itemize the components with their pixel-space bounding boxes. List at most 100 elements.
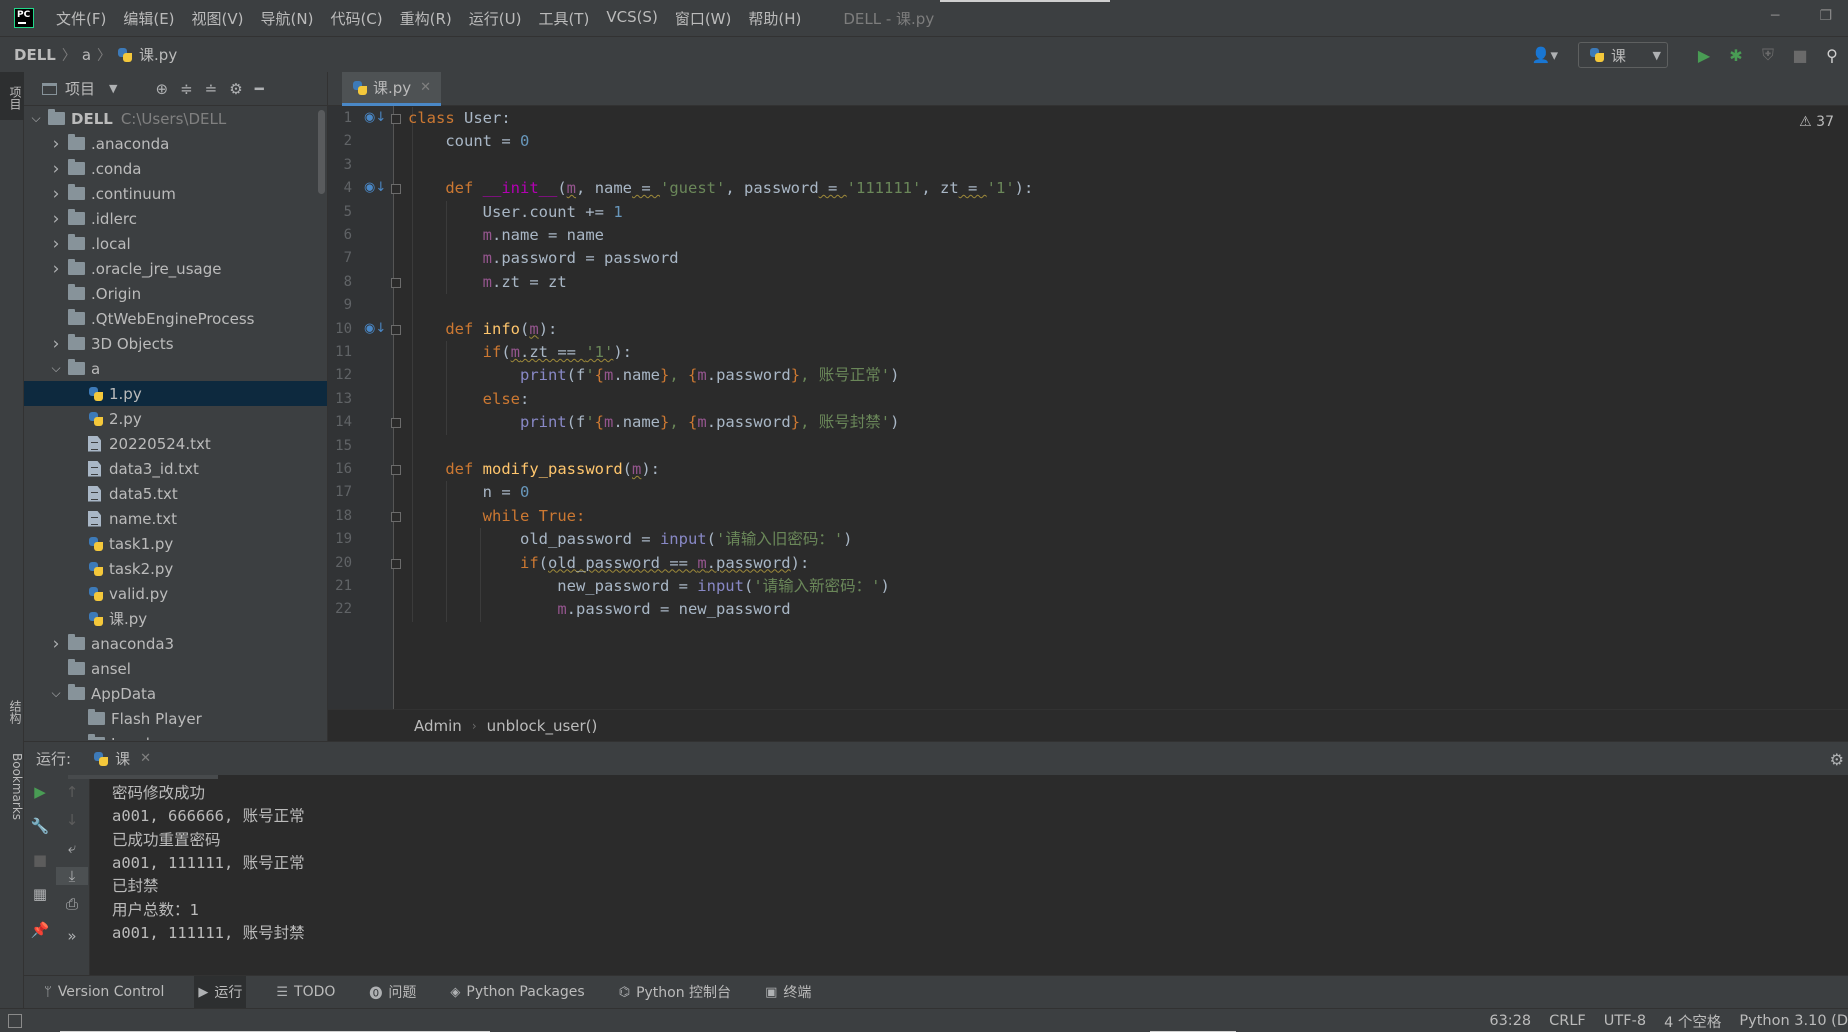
chevron-down-icon[interactable]: ▼ bbox=[109, 82, 117, 95]
breadcrumb-file[interactable]: 课.py bbox=[139, 44, 177, 65]
tree-item[interactable]: › .oracle_jre_usage bbox=[24, 256, 327, 281]
warning-indicator[interactable]: ⚠ 37 bbox=[1799, 114, 1834, 130]
chevron-right-icon[interactable]: › bbox=[48, 234, 64, 254]
override-marker-icon[interactable]: ◉↓ bbox=[364, 321, 386, 336]
soft-wrap-icon[interactable]: ⤶ bbox=[56, 839, 88, 857]
hide-icon[interactable]: ━ bbox=[255, 80, 264, 98]
structure-tool-tab[interactable]: 结构 bbox=[0, 678, 24, 746]
chevron-right-icon[interactable]: › bbox=[48, 184, 64, 204]
stop-icon[interactable]: ■ bbox=[24, 851, 56, 869]
layout-icon[interactable]: ▦ bbox=[24, 885, 56, 903]
file-encoding[interactable]: UTF-8 bbox=[1604, 1013, 1646, 1029]
menu-run[interactable]: 运行(U) bbox=[469, 8, 522, 29]
tool-tab[interactable]: ᛘ Version Control bbox=[40, 976, 168, 1009]
fold-marker-icon[interactable] bbox=[391, 558, 401, 569]
chevron-right-icon[interactable]: › bbox=[48, 209, 64, 229]
fold-marker-icon[interactable] bbox=[391, 277, 401, 288]
close-icon[interactable]: ✕ bbox=[140, 751, 151, 766]
menu-refactor[interactable]: 重构(R) bbox=[400, 8, 452, 29]
close-icon[interactable]: ✕ bbox=[420, 80, 431, 95]
minimize-icon[interactable]: ─ bbox=[1771, 8, 1779, 24]
project-tool-tab[interactable]: 项目 bbox=[0, 72, 24, 120]
chevron-right-icon[interactable]: › bbox=[48, 259, 64, 279]
tree-item[interactable]: 1.py bbox=[24, 381, 327, 406]
arrow-down-icon[interactable]: ↓ bbox=[56, 811, 88, 829]
indent-setting[interactable]: 4 个空格 bbox=[1664, 1011, 1721, 1032]
run-config-selector[interactable]: 课 ▼ bbox=[1578, 42, 1668, 68]
tree-scrollbar[interactable] bbox=[318, 110, 325, 194]
breadcrumb-root[interactable]: DELL bbox=[14, 46, 56, 64]
override-marker-icon[interactable]: ◉↓ bbox=[364, 110, 386, 125]
tool-tab[interactable]: ▣ 终端 bbox=[761, 976, 815, 1009]
rerun-icon[interactable]: ▶ bbox=[24, 783, 56, 801]
collapse-all-icon[interactable]: ≐ bbox=[205, 80, 218, 98]
tree-item[interactable]: .Origin bbox=[24, 281, 327, 306]
code-editor[interactable]: 1 ◉↓ 2 3 4 ◉↓ 5 6 7 8 9 10 ◉↓ 11 12 13 14 15 16 17 18 19 20 21 2… bbox=[328, 106, 1848, 709]
tree-item[interactable]: .QtWebEngineProcess bbox=[24, 306, 327, 331]
chevron-down-icon[interactable]: ⌵ bbox=[28, 111, 44, 126]
run-icon[interactable]: ▶ bbox=[1688, 46, 1720, 65]
arrow-up-icon[interactable]: ↑ bbox=[56, 783, 88, 801]
scroll-to-end-icon[interactable]: ⤓ bbox=[56, 867, 88, 885]
fold-marker-icon[interactable] bbox=[391, 418, 401, 429]
tool-tab[interactable]: ⓿ 问题 bbox=[365, 976, 420, 1009]
breadcrumb-folder[interactable]: a bbox=[82, 46, 91, 64]
breadcrumb-method[interactable]: unblock_user() bbox=[487, 717, 598, 735]
stop-icon[interactable]: ■ bbox=[1784, 46, 1816, 65]
tree-item[interactable]: 2.py bbox=[24, 406, 327, 431]
menu-view[interactable]: 视图(V) bbox=[192, 8, 244, 29]
chevron-right-icon[interactable]: › bbox=[48, 159, 64, 179]
debug-icon[interactable]: ✱ bbox=[1720, 46, 1752, 65]
chevron-right-icon[interactable]: › bbox=[48, 634, 64, 654]
tree-item[interactable]: name.txt bbox=[24, 506, 327, 531]
chevron-right-icon[interactable]: › bbox=[48, 334, 64, 354]
chevron-down-icon[interactable]: ⌵ bbox=[48, 361, 64, 376]
print-icon[interactable]: ⎙ bbox=[56, 895, 88, 913]
bookmarks-tool-tab[interactable]: Bookmarks bbox=[0, 738, 24, 836]
tree-item[interactable]: task1.py bbox=[24, 531, 327, 556]
tree-item[interactable]: task2.py bbox=[24, 556, 327, 581]
tree-item[interactable]: › anaconda3 bbox=[24, 631, 327, 656]
tree-item[interactable]: Flash Player bbox=[24, 706, 327, 731]
expand-all-icon[interactable]: ≑ bbox=[180, 80, 193, 98]
menu-help[interactable]: 帮助(H) bbox=[748, 8, 801, 29]
menu-code[interactable]: 代码(C) bbox=[330, 8, 382, 29]
override-marker-icon[interactable]: ◉↓ bbox=[364, 180, 386, 195]
search-icon[interactable]: ⚲ bbox=[1816, 46, 1848, 65]
tool-window-toggle-icon[interactable] bbox=[8, 1013, 22, 1028]
tool-tab[interactable]: ◈ Python Packages bbox=[446, 976, 588, 1009]
fold-marker-icon[interactable] bbox=[391, 465, 401, 475]
chevron-down-icon[interactable]: ⌵ bbox=[48, 686, 64, 701]
tree-item[interactable]: ⌵ a bbox=[24, 356, 327, 381]
tree-item[interactable]: ⌵ AppData bbox=[24, 681, 327, 706]
account-icon[interactable]: 👤▾ bbox=[1532, 46, 1558, 64]
tool-tab[interactable]: ⌬ Python 控制台 bbox=[615, 976, 735, 1009]
tree-item[interactable]: › .idlerc bbox=[24, 206, 327, 231]
menu-tools[interactable]: 工具(T) bbox=[538, 8, 589, 29]
pin-icon[interactable]: 📌 bbox=[24, 921, 56, 939]
tree-item[interactable]: 课.py bbox=[24, 606, 327, 631]
tree-item[interactable]: › .local bbox=[24, 231, 327, 256]
menu-vcs[interactable]: VCS(S) bbox=[606, 8, 657, 29]
fold-marker-icon[interactable] bbox=[391, 324, 401, 335]
breadcrumb-class[interactable]: Admin bbox=[414, 717, 462, 735]
tree-item[interactable]: 20220524.txt bbox=[24, 431, 327, 456]
tree-item[interactable]: › .anaconda bbox=[24, 131, 327, 156]
tree-item[interactable]: valid.py bbox=[24, 581, 327, 606]
line-separator[interactable]: CRLF bbox=[1549, 1013, 1586, 1029]
chevron-down-icon[interactable]: ⌵ bbox=[68, 736, 84, 740]
restore-icon[interactable]: ❐ bbox=[1819, 8, 1832, 24]
tree-item[interactable]: › .continuum bbox=[24, 181, 327, 206]
tool-tab[interactable]: ☰ TODO bbox=[272, 976, 339, 1009]
fold-marker-icon[interactable] bbox=[391, 184, 401, 195]
more-icon[interactable]: » bbox=[56, 927, 88, 945]
tree-item[interactable]: data3_id.txt bbox=[24, 456, 327, 481]
wrench-icon[interactable]: 🔧 bbox=[24, 817, 56, 835]
menu-file[interactable]: 文件(F) bbox=[56, 8, 106, 29]
python-interpreter[interactable]: Python 3.10 (D bbox=[1739, 1013, 1848, 1029]
tree-item[interactable]: › 3D Objects bbox=[24, 331, 327, 356]
gear-icon[interactable]: ⚙ bbox=[229, 80, 242, 98]
gear-icon[interactable]: ⚙ bbox=[1830, 750, 1844, 769]
tool-tab[interactable]: ▶ 运行 bbox=[194, 975, 247, 1009]
run-tab[interactable]: 课 ✕ bbox=[93, 742, 151, 776]
